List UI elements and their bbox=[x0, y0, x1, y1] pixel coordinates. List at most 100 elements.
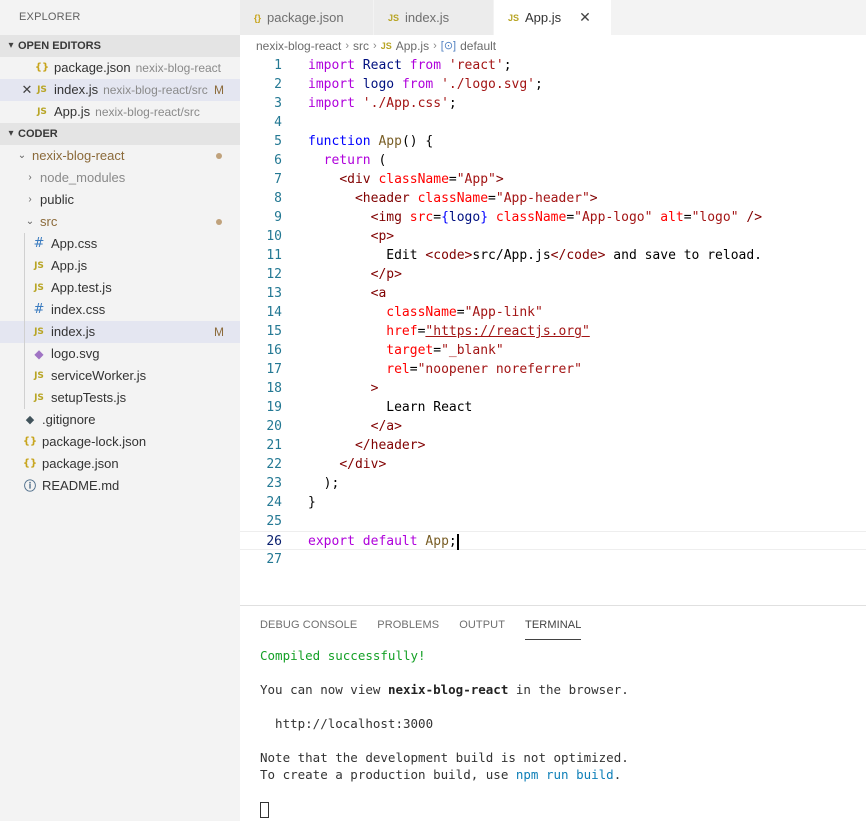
code-token: "App-header" bbox=[495, 191, 590, 206]
code-line[interactable]: 27 bbox=[240, 550, 866, 569]
code-line[interactable]: 26 export default App; bbox=[240, 531, 866, 550]
code-line[interactable]: 17 rel="noopener noreferrer" bbox=[240, 360, 866, 379]
code-line[interactable]: 1 import React from 'react'; bbox=[240, 56, 866, 75]
panel-tab-problems[interactable]: PROBLEMS bbox=[377, 618, 439, 640]
code-token: "App-logo" bbox=[574, 210, 653, 225]
explorer-title: EXPLORER bbox=[19, 11, 81, 23]
code-line[interactable]: 24} bbox=[240, 493, 866, 512]
code-line[interactable]: 8 <header className="App-header"> bbox=[240, 189, 866, 208]
breadcrumb-folder[interactable]: src bbox=[353, 37, 369, 55]
open-editor-item[interactable]: {} package.json nexix-blog-react bbox=[0, 57, 240, 79]
breadcrumb-project[interactable]: nexix-blog-react bbox=[256, 37, 341, 55]
tree-folder-src[interactable]: ⌄ src bbox=[0, 211, 240, 233]
line-number: 2 bbox=[274, 77, 282, 92]
code-line[interactable]: 4 bbox=[240, 113, 866, 132]
code-line[interactable]: 11 Edit <code>src/App.js</code> and save… bbox=[240, 246, 866, 265]
terminal[interactable]: Compiled successfully! You can now view … bbox=[260, 647, 629, 820]
terminal-url[interactable]: http://localhost:3000 bbox=[260, 715, 629, 732]
explorer-sidebar: EXPLORER ▾ OPEN EDITORS {} package.json ne… bbox=[0, 0, 240, 821]
editor-tabs: {} package.json JS index.js JS App.js ✕ bbox=[240, 0, 866, 35]
file-name: logo.svg bbox=[51, 346, 100, 361]
close-icon[interactable]: ✕ bbox=[579, 9, 591, 26]
chevron-down-icon: ⌄ bbox=[17, 150, 27, 161]
tree-file[interactable]: JS setupTests.js bbox=[0, 387, 240, 409]
breadcrumb-file[interactable]: App.js bbox=[396, 37, 429, 55]
code-line[interactable]: 7 <div className="App"> bbox=[240, 170, 866, 189]
tree-file[interactable]: {} package-lock.json bbox=[0, 431, 240, 453]
indent-guide bbox=[24, 321, 25, 343]
code-line[interactable]: 6 return ( bbox=[240, 151, 866, 170]
line-number: 19 bbox=[266, 400, 282, 415]
tree-file[interactable]: ◆ .gitignore bbox=[0, 409, 240, 431]
file-name: package-lock.json bbox=[42, 434, 147, 449]
code-line[interactable]: 13 <a bbox=[240, 284, 866, 303]
panel-tab-terminal[interactable]: TERMINAL bbox=[525, 618, 582, 640]
code-line[interactable]: 3 import './App.css'; bbox=[240, 94, 866, 113]
tree-folder-project[interactable]: ⌄ nexix-blog-react bbox=[0, 145, 240, 167]
tab-app-js[interactable]: JS App.js ✕ bbox=[494, 0, 612, 35]
tree-file[interactable]: # App.css bbox=[0, 233, 240, 255]
tree-folder-node-modules[interactable]: › node_modules bbox=[0, 167, 240, 189]
code-line[interactable]: 16 target="_blank" bbox=[240, 341, 866, 360]
code-line[interactable]: 14 className="App-link" bbox=[240, 303, 866, 322]
code-token: return bbox=[323, 153, 371, 168]
tree-file[interactable]: JS index.js M bbox=[0, 321, 240, 343]
code-line[interactable]: 5 function App() { bbox=[240, 132, 866, 151]
open-editors-header[interactable]: ▾ OPEN EDITORS bbox=[0, 35, 240, 57]
line-content: import logo from './logo.svg'; bbox=[308, 75, 543, 94]
bottom-panel: DEBUG CONSOLE PROBLEMS OUTPUT TERMINAL Comp… bbox=[240, 605, 866, 821]
code-line[interactable]: 15 href="https://reactjs.org" bbox=[240, 322, 866, 341]
code-editor[interactable]: 1 import React from 'react'; 2 import logo … bbox=[240, 55, 866, 605]
code-line[interactable]: 18 > bbox=[240, 379, 866, 398]
code-token: <p> bbox=[370, 229, 395, 244]
tree-file[interactable]: JS App.js bbox=[0, 255, 240, 277]
tree-file[interactable]: JS serviceWorker.js bbox=[0, 365, 240, 387]
code-line[interactable]: 22 </div> bbox=[240, 455, 866, 474]
breadcrumb-symbol[interactable]: default bbox=[460, 37, 496, 55]
code-line[interactable]: 10 <p> bbox=[240, 227, 866, 246]
line-number: 20 bbox=[266, 419, 282, 434]
close-icon[interactable]: ✕ bbox=[20, 79, 34, 101]
indent-guide bbox=[24, 343, 25, 365]
code-token: export bbox=[308, 534, 355, 549]
tree-folder-public[interactable]: › public bbox=[0, 189, 240, 211]
code-token: './logo.svg' bbox=[441, 77, 535, 92]
code-line[interactable]: 25 bbox=[240, 512, 866, 531]
code-line[interactable]: 2 import logo from './logo.svg'; bbox=[240, 75, 866, 94]
code-token: "https://reactjs.org" bbox=[425, 324, 590, 339]
line-content: } bbox=[308, 493, 316, 512]
tree-file[interactable]: ⓘ README.md bbox=[0, 475, 240, 497]
code-line[interactable]: 23 ); bbox=[240, 474, 866, 493]
code-line[interactable]: 9 <img src={logo} className="App-logo" a… bbox=[240, 208, 866, 227]
panel-tab-debug-console[interactable]: DEBUG CONSOLE bbox=[260, 618, 357, 640]
tree-file[interactable]: {} package.json bbox=[0, 453, 240, 475]
code-token: = bbox=[448, 172, 457, 187]
code-line[interactable]: 19 Learn React bbox=[240, 398, 866, 417]
code-token: "_blank" bbox=[441, 343, 504, 358]
tab-package-json[interactable]: {} package.json bbox=[240, 0, 374, 35]
json-file-icon: {} bbox=[254, 12, 262, 23]
indent-guide bbox=[24, 233, 25, 255]
indent-guide bbox=[24, 277, 25, 299]
code-line[interactable]: 20 </a> bbox=[240, 417, 866, 436]
tree-file[interactable]: # index.css bbox=[0, 299, 240, 321]
code-line[interactable]: 21 </header> bbox=[240, 436, 866, 455]
tree-file[interactable]: ◆ logo.svg bbox=[0, 343, 240, 365]
js-file-icon: JS bbox=[34, 261, 44, 271]
tab-index-js[interactable]: JS index.js bbox=[374, 0, 494, 35]
panel-tab-output[interactable]: OUTPUT bbox=[459, 618, 505, 640]
line-content: target="_blank" bbox=[308, 341, 504, 360]
code-token: ; bbox=[503, 58, 512, 73]
open-editor-item[interactable]: JS App.js nexix-blog-react/src bbox=[0, 101, 240, 123]
modified-badge: M bbox=[214, 83, 224, 97]
code-line[interactable]: 12 </p> bbox=[240, 265, 866, 284]
workspace-header[interactable]: ▾ CODER bbox=[0, 123, 240, 145]
file-name: App.css bbox=[51, 236, 98, 251]
open-editor-item[interactable]: ✕ JS index.js nexix-blog-react/src M bbox=[0, 79, 240, 101]
tree-file[interactable]: JS App.test.js bbox=[0, 277, 240, 299]
